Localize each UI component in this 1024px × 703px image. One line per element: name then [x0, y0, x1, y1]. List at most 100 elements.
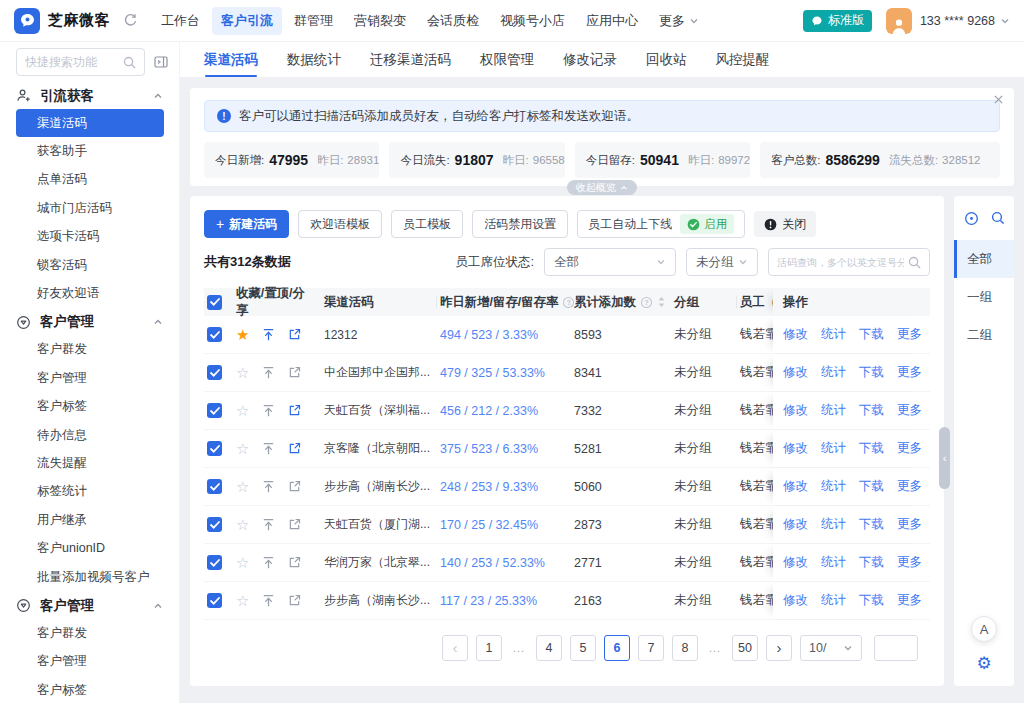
- sidebar-item[interactable]: 选项卡活码: [0, 223, 179, 251]
- daily-stats-link[interactable]: 170 / 25 / 32.45%: [436, 506, 570, 543]
- qrcode-search-input[interactable]: [777, 257, 904, 268]
- stats-link[interactable]: 统计: [821, 478, 846, 495]
- row-checkbox[interactable]: [207, 327, 222, 342]
- download-link[interactable]: 下载: [859, 364, 884, 381]
- rail-group-item[interactable]: 二组: [954, 316, 1014, 354]
- sidebar-item[interactable]: 批量添加视频号客户: [0, 563, 179, 591]
- row-checkbox[interactable]: [207, 593, 222, 608]
- rail-group-item[interactable]: 全部: [954, 240, 1014, 278]
- nav-menu-item[interactable]: 视频号小店: [491, 7, 574, 35]
- pin-top-icon[interactable]: [262, 366, 275, 379]
- collapse-overview-pill[interactable]: 收起概览: [567, 180, 637, 195]
- edit-link[interactable]: 修改: [783, 402, 808, 419]
- row-checkbox[interactable]: [207, 479, 222, 494]
- close-status-badge[interactable]: 关闭: [754, 211, 816, 237]
- stats-link[interactable]: 统计: [821, 364, 846, 381]
- download-link[interactable]: 下载: [859, 402, 884, 419]
- welcome-template-button[interactable]: 欢迎语模板: [298, 210, 382, 238]
- edit-link[interactable]: 修改: [783, 592, 808, 609]
- pin-top-icon[interactable]: [262, 480, 275, 493]
- panel-toggle-icon[interactable]: [153, 54, 169, 70]
- close-icon[interactable]: [993, 94, 1004, 105]
- download-link[interactable]: 下载: [859, 554, 884, 571]
- sidebar-section-header[interactable]: 客户管理: [0, 592, 179, 619]
- daily-stats-link[interactable]: 479 / 325 / 53.33%: [436, 354, 570, 391]
- rail-group-item[interactable]: 一组: [954, 278, 1014, 316]
- nav-menu-item[interactable]: 应用中心: [577, 7, 647, 35]
- share-icon[interactable]: [288, 594, 301, 607]
- stats-link[interactable]: 统计: [821, 592, 846, 609]
- edit-link[interactable]: 修改: [783, 326, 808, 343]
- new-qrcode-button[interactable]: +新建活码: [204, 210, 289, 238]
- qrcode-disable-settings-button[interactable]: 活码禁用设置: [472, 210, 568, 238]
- tab-item[interactable]: 迁移渠道活码: [370, 42, 451, 77]
- download-link[interactable]: 下载: [859, 440, 884, 457]
- edit-link[interactable]: 修改: [783, 478, 808, 495]
- daily-stats-link[interactable]: 456 / 212 / 2.33%: [436, 392, 570, 429]
- page-button[interactable]: 8: [672, 635, 698, 661]
- search-icon[interactable]: [991, 211, 1005, 225]
- gear-icon[interactable]: ⚙: [976, 655, 991, 672]
- more-link[interactable]: 更多: [897, 592, 922, 609]
- sidebar-item[interactable]: 好友欢迎语: [0, 279, 179, 307]
- nav-menu-item[interactable]: 营销裂变: [345, 7, 415, 35]
- sidebar-item[interactable]: 客户标签: [0, 393, 179, 421]
- share-icon[interactable]: [288, 404, 301, 417]
- more-link[interactable]: 更多: [897, 516, 922, 533]
- page-button[interactable]: 50: [732, 635, 758, 661]
- sidebar-item[interactable]: 流失提醒: [0, 449, 179, 477]
- sidebar-item[interactable]: 渠道活码: [16, 109, 164, 137]
- star-icon[interactable]: ☆: [236, 479, 249, 494]
- daily-stats-link[interactable]: 248 / 253 / 9.33%: [436, 468, 570, 505]
- group-select[interactable]: 未分组: [686, 248, 758, 276]
- share-icon[interactable]: [288, 480, 301, 493]
- edit-link[interactable]: 修改: [783, 516, 808, 533]
- more-link[interactable]: 更多: [897, 364, 922, 381]
- page-button[interactable]: 5: [570, 635, 596, 661]
- nav-menu-item[interactable]: 更多: [650, 7, 708, 35]
- seat-status-select[interactable]: 全部: [544, 248, 676, 276]
- download-link[interactable]: 下载: [859, 516, 884, 533]
- page-button[interactable]: 1: [476, 635, 502, 661]
- nav-menu-item[interactable]: 群管理: [285, 7, 342, 35]
- star-icon[interactable]: ☆: [236, 555, 249, 570]
- share-icon[interactable]: [288, 556, 301, 569]
- pin-top-icon[interactable]: [262, 518, 275, 531]
- locate-icon[interactable]: [964, 211, 979, 226]
- prev-page-button[interactable]: ‹: [442, 635, 468, 661]
- sidebar-item[interactable]: 客户群发: [0, 619, 179, 647]
- share-icon[interactable]: [288, 328, 301, 341]
- page-button[interactable]: 6: [604, 635, 630, 661]
- star-icon[interactable]: ★: [236, 327, 249, 342]
- nav-menu-item[interactable]: 会话质检: [418, 7, 488, 35]
- row-checkbox[interactable]: [207, 403, 222, 418]
- sidebar-item[interactable]: 客户群发: [0, 336, 179, 364]
- sidebar-item[interactable]: 城市门店活码: [0, 194, 179, 222]
- pin-top-icon[interactable]: [262, 556, 275, 569]
- row-checkbox[interactable]: [207, 365, 222, 380]
- sidebar-item[interactable]: 客户管理: [0, 648, 179, 676]
- page-button[interactable]: 7: [638, 635, 664, 661]
- sidebar-item[interactable]: 标签统计: [0, 478, 179, 506]
- pin-top-icon[interactable]: [262, 328, 275, 341]
- more-link[interactable]: 更多: [897, 440, 922, 457]
- tab-item[interactable]: 渠道活码: [204, 42, 258, 77]
- row-checkbox[interactable]: [207, 441, 222, 456]
- row-checkbox[interactable]: [207, 555, 222, 570]
- nav-menu-item[interactable]: 工作台: [152, 7, 209, 35]
- select-all-checkbox[interactable]: [207, 295, 222, 310]
- star-icon[interactable]: ☆: [236, 403, 249, 418]
- row-checkbox[interactable]: [207, 517, 222, 532]
- tab-item[interactable]: 风控提醒: [716, 42, 770, 77]
- sort-icon[interactable]: [657, 296, 666, 308]
- next-page-button[interactable]: ›: [766, 635, 792, 661]
- download-link[interactable]: 下载: [859, 326, 884, 343]
- sidebar-search-input[interactable]: [25, 55, 123, 69]
- download-link[interactable]: 下载: [859, 478, 884, 495]
- sidebar-section-header[interactable]: 客户管理: [0, 309, 179, 336]
- page-button[interactable]: 4: [536, 635, 562, 661]
- pin-top-icon[interactable]: [262, 404, 275, 417]
- avatar[interactable]: [886, 8, 912, 34]
- page-size-select[interactable]: 10/: [800, 635, 862, 661]
- stats-link[interactable]: 统计: [821, 402, 846, 419]
